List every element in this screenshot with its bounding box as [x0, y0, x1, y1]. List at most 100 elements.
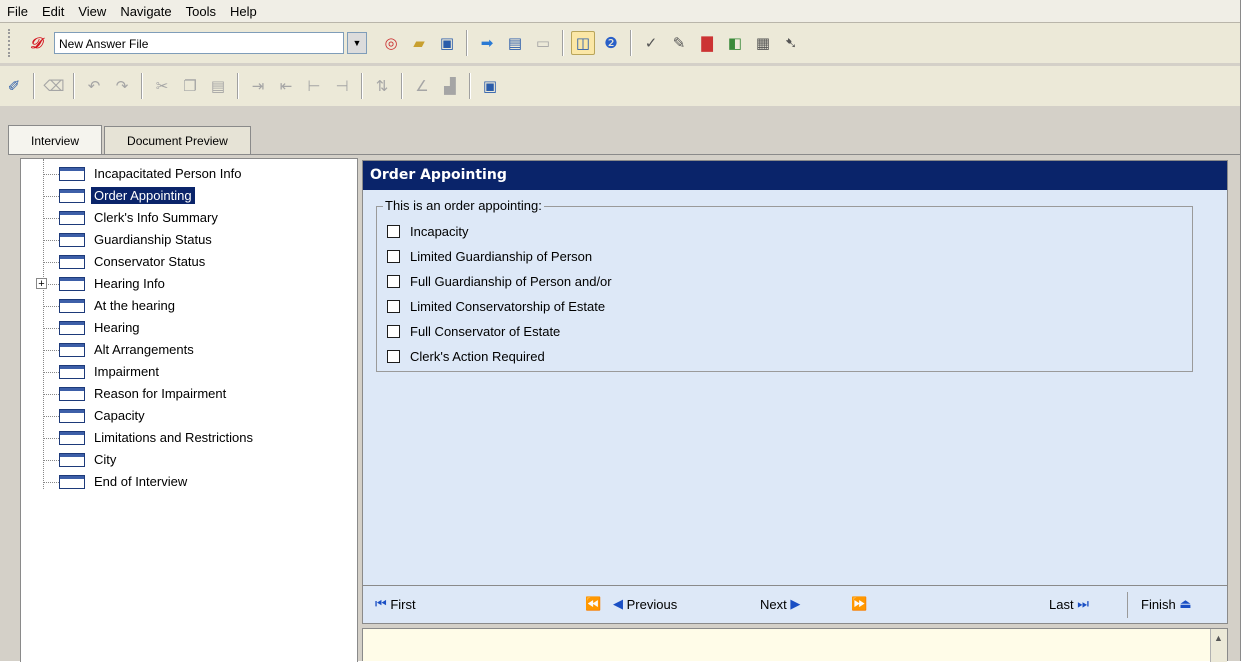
fast-forward-button[interactable]: ⏩ [851, 596, 867, 612]
menu-edit[interactable]: Edit [35, 4, 71, 19]
expand-plus-icon[interactable]: + [36, 278, 47, 290]
app-window: File Edit View Navigate Tools Help 𝒟 New… [0, 0, 1241, 662]
dialog-title: Order Appointing [363, 161, 1227, 190]
interview-view-icon[interactable]: ◫ [571, 31, 595, 55]
toolbar-separator [562, 30, 564, 56]
checkbox[interactable] [387, 349, 400, 363]
checkbox[interactable] [387, 324, 400, 338]
save-icon[interactable]: ▤ [503, 31, 527, 55]
toolbar-separator [401, 73, 403, 99]
tree-item-label: At the hearing [94, 298, 175, 313]
last-button[interactable]: Last ⏭ [1049, 596, 1089, 612]
toolbar-separator [361, 73, 363, 99]
edit-icon[interactable]: ✐ [2, 74, 26, 98]
prompt-text-area[interactable]: ▲ [362, 628, 1228, 662]
previous-label: Previous [626, 596, 678, 612]
pointer-icon[interactable]: ➷ [779, 31, 803, 55]
navigation-bar: ⏮ First ⏪ ◀ Previous Next ▶ ⏩ Last ⏭ Fin… [362, 586, 1228, 624]
dialog-icon [59, 431, 85, 445]
menu-navigate[interactable]: Navigate [113, 4, 178, 19]
comment-icon[interactable]: ▇ [695, 31, 719, 55]
first-label: First [390, 596, 416, 612]
option-label: Full Guardianship of Person and/or [410, 273, 612, 289]
chart-icon[interactable]: ∠ [410, 74, 434, 98]
tab-document-preview[interactable]: Document Preview [104, 126, 251, 155]
checkbox[interactable] [387, 249, 400, 263]
option-clerks-action[interactable]: Clerk's Action Required [387, 345, 545, 367]
bar-chart-icon[interactable]: ▟ [438, 74, 462, 98]
undo-icon[interactable]: ↶ [82, 74, 106, 98]
reply-icon[interactable]: ◧ [723, 31, 747, 55]
forward-icon[interactable]: ➡ [475, 31, 499, 55]
chevron-down-icon[interactable]: ▼ [347, 32, 367, 54]
layout-icon[interactable]: ▣ [478, 74, 502, 98]
indent-icon[interactable]: ⇥ [246, 74, 270, 98]
toolbar-separator [73, 73, 75, 99]
tree-item-label: Clerk's Info Summary [94, 210, 218, 225]
print-icon[interactable]: ▭ [531, 31, 555, 55]
toolbar-separator [141, 73, 143, 99]
previous-button[interactable]: ◀ Previous [613, 596, 677, 612]
toolbar-grip[interactable] [8, 29, 16, 57]
dialog-pane: Order Appointing This is an order appoin… [362, 160, 1228, 586]
redo-icon[interactable]: ↷ [110, 74, 134, 98]
signature-icon[interactable]: ✎ [667, 31, 691, 55]
interview-outline-tree: Incapacitated Person Info Order Appointi… [20, 158, 358, 662]
option-full-conservator[interactable]: Full Conservator of Estate [387, 320, 560, 342]
edit-toolbar: ✐ ⌫ ↶ ↷ ✂ ❐ ▤ ⇥ ⇤ ⊢ ⊣ ⇅ ∠ ▟ ▣ [0, 66, 1240, 106]
scrollbar[interactable]: ▲ [1210, 629, 1227, 662]
paste-icon[interactable]: ▤ [206, 74, 230, 98]
option-label: Limited Guardianship of Person [410, 248, 593, 264]
option-limited-conservatorship[interactable]: Limited Conservatorship of Estate [387, 295, 605, 317]
order-type-group: This is an order appointing: Incapacity … [376, 198, 1193, 372]
first-button[interactable]: ⏮ First [375, 596, 416, 612]
option-label: Limited Conservatorship of Estate [410, 298, 606, 314]
help-icon[interactable]: ❷ [599, 31, 623, 55]
finish-button[interactable]: Finish ⏏ [1141, 596, 1192, 612]
menu-help[interactable]: Help [223, 4, 264, 19]
next-button[interactable]: Next ▶ [760, 596, 800, 612]
fast-back-icon: ⏪ [585, 596, 602, 611]
tree-item-label: Alt Arrangements [94, 342, 194, 357]
checkbox[interactable] [387, 274, 400, 288]
answer-file-field[interactable]: New Answer File [54, 32, 344, 54]
tree-item-label: Limitations and Restrictions [94, 430, 253, 445]
copy-icon[interactable]: ❐ [178, 74, 202, 98]
answer-file-combo[interactable]: New Answer File ▼ [54, 32, 367, 54]
option-limited-guardianship[interactable]: Limited Guardianship of Person [387, 245, 592, 267]
cut-icon[interactable]: ✂ [150, 74, 174, 98]
option-label: Clerk's Action Required [410, 348, 545, 364]
spellcheck-icon[interactable]: ✓ [639, 31, 663, 55]
save-answer-icon[interactable]: ▣ [435, 31, 459, 55]
insert-row-icon[interactable]: ⊢ [302, 74, 326, 98]
erase-icon[interactable]: ⌫ [42, 74, 66, 98]
fast-forward-icon: ⏩ [851, 596, 868, 611]
dialog-icon [59, 277, 85, 291]
document-icon[interactable]: ▦ [751, 31, 775, 55]
fast-back-button[interactable]: ⏪ [585, 596, 601, 612]
checkbox[interactable] [387, 299, 400, 313]
open-folder-icon[interactable]: ▰ [407, 31, 431, 55]
tree-connector-line [43, 159, 44, 489]
finish-label: Finish [1141, 596, 1176, 612]
menu-file[interactable]: File [0, 4, 35, 19]
checkbox[interactable] [387, 224, 400, 238]
toolbar-separator [33, 73, 35, 99]
dialog-icon [59, 365, 85, 379]
option-incapacity[interactable]: Incapacity [387, 220, 469, 242]
scroll-up-icon[interactable]: ▲ [1212, 632, 1225, 645]
new-answer-icon[interactable]: ◎ [379, 31, 403, 55]
dialog-icon [59, 167, 85, 181]
tree-item-label: Incapacitated Person Info [94, 166, 242, 181]
option-full-guardianship[interactable]: Full Guardianship of Person and/or [387, 270, 612, 292]
dialog-icon [59, 211, 85, 225]
outdent-icon[interactable]: ⇤ [274, 74, 298, 98]
finish-icon: ⏏ [1179, 596, 1192, 611]
sort-icon[interactable]: ⇅ [370, 74, 394, 98]
option-label: Incapacity [410, 223, 469, 239]
menu-tools[interactable]: Tools [179, 4, 223, 19]
tab-interview[interactable]: Interview [8, 125, 103, 155]
delete-row-icon[interactable]: ⊣ [330, 74, 354, 98]
previous-icon: ◀ [613, 596, 623, 611]
menu-view[interactable]: View [71, 4, 113, 19]
